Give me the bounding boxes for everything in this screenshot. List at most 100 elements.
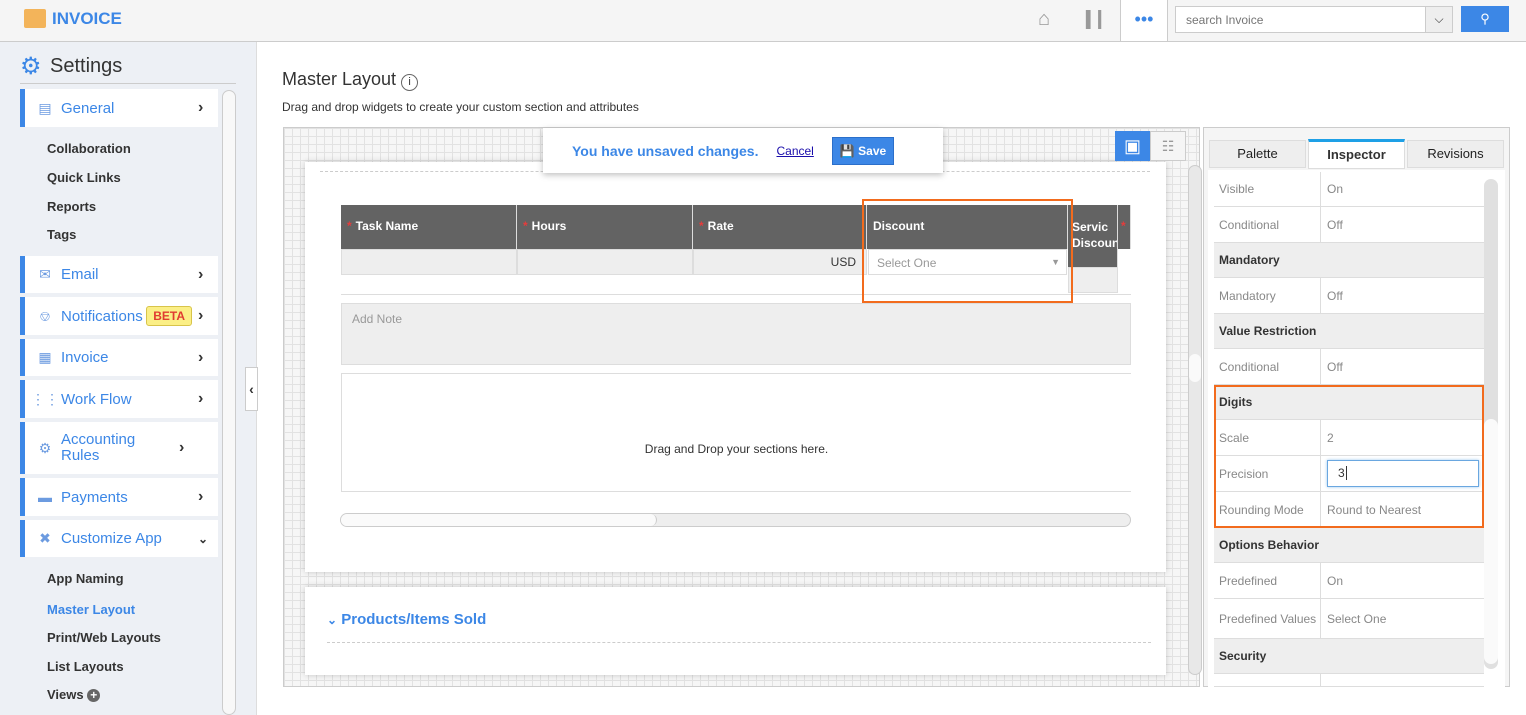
discount-highlight [862,199,1073,303]
scrollbar-thumb[interactable] [1189,354,1201,382]
digits-highlight [1214,385,1484,528]
chevron-down-icon: ⌄ [198,531,209,546]
add-icon[interactable]: + [87,689,101,702]
products-section-card [305,587,1166,675]
scrollbar-thumb[interactable] [1484,419,1498,664]
sidebar-sub-collaboration[interactable]: Collaboration [47,141,131,156]
floppy-icon: 💾 [839,143,855,158]
sidebar-item-label: Accounting Rules [61,431,136,464]
sidebar-sub-quick-links[interactable]: Quick Links [47,170,121,185]
group-title: Mandatory [1219,253,1280,267]
service-discount-cell[interactable] [1068,267,1118,293]
sidebar-scrollbar[interactable] [222,90,236,715]
column-header-service-discount[interactable]: Servic Discoun [1068,205,1118,267]
search-dropdown-button[interactable]: ⌵ [1425,6,1453,33]
app-name[interactable]: INVOICE [52,9,122,29]
property-value[interactable]: Select One [1327,612,1386,626]
property-value[interactable]: On [1327,574,1343,588]
chevron-down-icon: ⌄ [327,613,338,627]
sidebar-sub-views[interactable]: Views + [47,687,101,702]
chevron-right-icon: › [198,348,204,366]
scrollbar-thumb[interactable] [341,514,657,526]
sidebar-item-label: Customize App [61,530,162,547]
tools-icon: ✖ [39,530,51,546]
save-button[interactable]: 💾 Save [831,136,895,165]
column-header-more: * [1118,205,1131,249]
section-drop-zone[interactable]: Drag and Drop your sections here. [341,373,1131,492]
tablet-view-button[interactable]: ▣ [1115,131,1150,161]
column-header-task-name[interactable]: * Task Name [341,205,517,249]
tab-revisions[interactable]: Revisions [1407,140,1504,168]
envelope-icon: ✉ [39,266,51,282]
chevron-right-icon: › [198,307,204,324]
column-header-rate[interactable]: * Rate [693,205,867,249]
sidebar-item-payments[interactable]: ▬ Payments › [20,478,218,516]
inspector-group-header: Options Behavior [1214,528,1484,563]
products-section-header[interactable]: ⌄ Products/Items Sold [327,611,486,628]
horizontal-scrollbar[interactable] [340,513,1131,527]
inspector-scrollbar[interactable] [1484,179,1498,669]
inspector-group-header: Mandatory [1214,243,1484,278]
sidebar-item-general[interactable]: ▤ General › [20,89,218,127]
property-value[interactable]: Off [1327,289,1343,303]
sidebar-sub-reports[interactable]: Reports [47,199,96,214]
page-subtitle: Drag and drop widgets to create your cus… [282,100,639,114]
sidebar-sub-master-layout[interactable]: Master Layout [47,602,135,617]
home-icon[interactable]: ⌂ [1038,8,1050,31]
more-icon[interactable]: ••• [1120,0,1168,41]
sidebar-item-email[interactable]: ✉ Email › [20,256,218,293]
inspector-row: Conditional Off [1214,349,1484,385]
sidebar-sub-tags[interactable]: Tags [47,227,76,242]
inspector-group-header: Security [1214,639,1484,674]
chart-icon[interactable]: ▍▎ [1086,10,1111,30]
sidebar-item-accounting-rules[interactable]: ⚙ Accounting Rules › [20,422,218,474]
inspector-row: Conditional Off [1214,207,1484,243]
sidebar-item-label: Notifications [61,307,143,325]
sidebar-sub-print-web-layouts[interactable]: Print/Web Layouts [47,630,161,645]
canvas-scrollbar[interactable] [1188,165,1202,675]
inspector-row: Predefined Values Select One [1214,599,1484,639]
search-button[interactable]: ⚲ [1461,6,1509,32]
property-value[interactable]: Off [1327,218,1343,232]
sidebar-sub-app-naming[interactable]: App Naming [47,571,124,586]
invoice-icon: ▦ [38,349,52,365]
hierarchy-view-button[interactable]: ☷ [1150,131,1186,161]
group-title: Security [1219,649,1267,663]
sidebar-item-customize-app[interactable]: ✖ Customize App ⌄ [20,520,218,557]
property-label: Visible [1219,182,1255,196]
beta-badge: BETA [146,306,192,326]
info-icon[interactable]: i [401,74,419,91]
property-value[interactable]: Off [1327,360,1343,374]
column-header-hours[interactable]: * Hours [517,205,693,249]
chevron-right-icon: › [198,488,204,505]
add-note-field[interactable]: Add Note [341,303,1131,365]
search-icon: ⚲ [1480,11,1490,26]
sitemap-icon: ☷ [1161,138,1175,154]
task-name-cell[interactable] [341,249,517,275]
cancel-link[interactable]: Cancel [776,144,813,158]
property-value[interactable]: On [1327,182,1343,196]
sidebar-item-workflow[interactable]: ⋮⋮ Work Flow › [20,380,218,418]
sidebar-item-label: General [61,99,115,117]
group-title: Value Restriction [1219,324,1317,338]
sidebar: ⚙ Settings ▤ General › Collaboration Quick… [0,42,257,715]
page-title-text: Master Layout [282,69,397,89]
search-input[interactable] [1175,6,1426,33]
property-label: Predefined Values [1219,611,1317,626]
workflow-icon: ⋮⋮ [31,390,59,407]
tab-palette[interactable]: Palette [1209,140,1306,168]
tab-inspector[interactable]: Inspector [1308,139,1405,169]
sidebar-item-invoice[interactable]: ▦ Invoice › [20,339,218,376]
property-label: Conditional [1219,359,1280,374]
page-title: Master Layout i [282,69,419,91]
sidebar-sub-list-layouts[interactable]: List Layouts [47,659,124,674]
rate-cell[interactable]: USD [693,249,867,275]
sidebar-item-notifications[interactable]: ⎊ Notifications BETA › [20,297,218,335]
chevron-right-icon: › [198,265,204,283]
credit-card-icon: ▬ [38,489,52,505]
hours-cell[interactable] [517,249,693,275]
monitor-icon: ▤ [38,99,52,116]
group-title: Options Behavior [1219,538,1320,552]
collapse-sidebar-button[interactable]: ‹ [245,367,258,411]
currency-label: USD [830,255,856,269]
